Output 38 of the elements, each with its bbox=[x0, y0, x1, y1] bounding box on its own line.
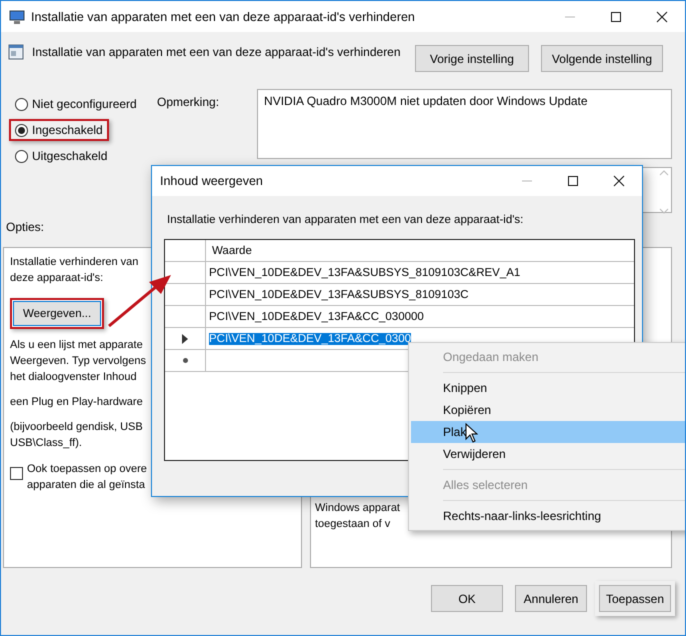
dialog-button[interactable]: Toepassen bbox=[599, 585, 671, 612]
window-title: Installatie van apparaten met een van deze apparaat-id's verhinderen bbox=[31, 10, 416, 24]
options-text: een Plug en Play-hardware bbox=[10, 395, 143, 410]
grid-cell[interactable]: PCI\VEN_10DE&DEV_13FA&SUBSYS_8109103C bbox=[209, 288, 469, 300]
radio-button[interactable] bbox=[15, 150, 28, 162]
annotation-arrow-drawing bbox=[108, 275, 171, 328]
column-header[interactable]: Waarde bbox=[206, 240, 634, 261]
dialog-title: Inhoud weergeven bbox=[160, 174, 264, 188]
comment-field[interactable]: NVIDIA Quadro M3000M niet updaten door Windows Update bbox=[257, 89, 672, 159]
options-text: Als u een lijst met apparate Weergeven. Typ vervolgens het dialoogvenster Inhoud bbox=[10, 338, 146, 385]
help-text: Windows apparat toegestaan of v bbox=[315, 501, 400, 532]
dialog-button[interactable]: Annuleren bbox=[515, 585, 587, 612]
grid-cell[interactable]: PCI\VEN_10DE&DEV_13FA&CC_030000 bbox=[209, 310, 424, 322]
options-label: Opties: bbox=[6, 220, 44, 234]
radio-button[interactable] bbox=[15, 124, 28, 136]
navigation-button[interactable]: Vorige instelling bbox=[414, 45, 529, 72]
navigation-button[interactable]: Volgende instelling bbox=[540, 45, 663, 72]
radio-button[interactable] bbox=[15, 98, 28, 110]
policy-title: Installatie van apparaten met een van deze apparaat-id's verhinderen bbox=[32, 45, 402, 59]
dialog-button[interactable]: OK bbox=[431, 585, 503, 612]
comment-label: Opmerking: bbox=[157, 95, 220, 109]
options-text: (bijvoorbeeld gendisk, USB USB\Class_ff). bbox=[10, 420, 143, 451]
options-text: Installatie verhinderen van deze apparaat-id's: bbox=[10, 255, 138, 286]
menu-item[interactable]: Rechts-naar-links-leesrichting bbox=[411, 505, 685, 527]
menu-item[interactable]: Plak bbox=[411, 421, 685, 443]
radio-label[interactable]: Niet geconfigureerd bbox=[32, 97, 137, 111]
grid-cell[interactable]: PCI\VEN_10DE&DEV_13FA&SUBSYS_8109103C&REV_A1 bbox=[209, 266, 520, 278]
computer-icon bbox=[9, 8, 25, 24]
radio-label[interactable]: Uitgeschakeld bbox=[32, 149, 108, 163]
checkbox[interactable] bbox=[10, 467, 23, 480]
grid-cell[interactable]: PCI\VEN_10DE&DEV_13FA&CC_0300 bbox=[209, 332, 411, 344]
radio-label[interactable]: Ingeschakeld bbox=[32, 123, 103, 137]
mouse-pointer-icon bbox=[465, 423, 478, 443]
checkbox-label[interactable]: Ook toepassen op overe apparaten die al geïnsta bbox=[27, 461, 147, 493]
new-row-icon bbox=[182, 357, 188, 364]
show-button[interactable]: Weergeven... bbox=[13, 301, 102, 326]
dialog-prompt: Installatie verhinderen van apparaten met een van deze apparaat-id's: bbox=[167, 214, 524, 226]
policy-icon bbox=[8, 44, 24, 60]
